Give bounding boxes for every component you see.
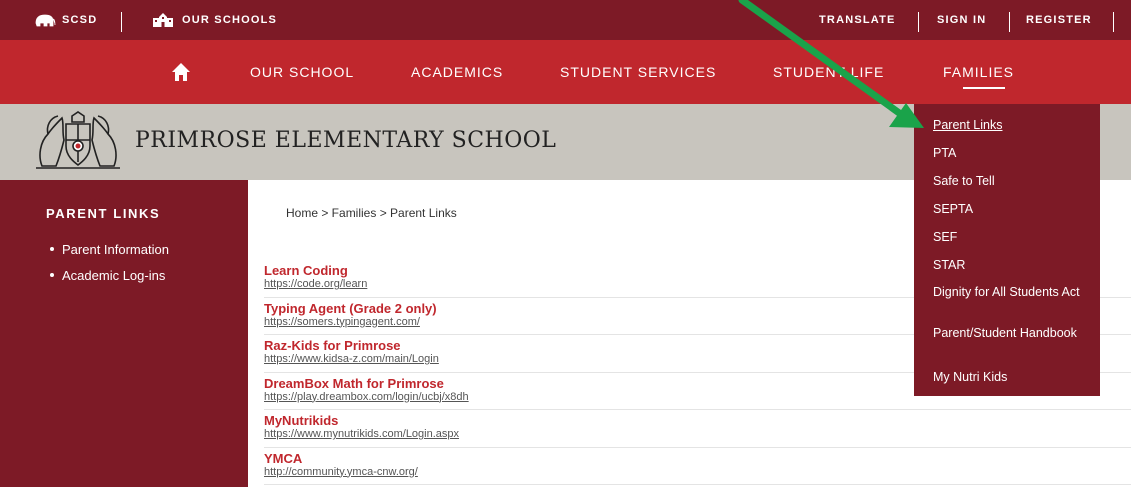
sidebar-item-label: Parent Information xyxy=(62,241,169,257)
main-nav: OUR SCHOOL ACADEMICS STUDENT SERVICES ST… xyxy=(0,40,1131,104)
menu-item-my-nutri-kids[interactable]: My Nutri Kids xyxy=(933,370,1093,384)
scsd-label: SCSD xyxy=(62,14,98,26)
school-crest-logo[interactable] xyxy=(32,110,124,172)
families-dropdown-menu: Parent Links PTA Safe to Tell SEPTA SEF … xyxy=(914,104,1100,396)
nav-student-services[interactable]: STUDENT SERVICES xyxy=(560,40,716,104)
sidebar-title: PARENT LINKS xyxy=(46,206,161,221)
nav-families[interactable]: FAMILIES xyxy=(943,40,1014,104)
our-schools-label: OUR SCHOOLS xyxy=(182,14,278,26)
link-title[interactable]: MyNutrikids xyxy=(264,413,1131,428)
sign-in-link[interactable]: SIGN IN xyxy=(937,0,986,40)
menu-item-parent-student-handbook[interactable]: Parent/Student Handbook xyxy=(933,326,1093,340)
list-item: MyNutrikids https://www.mynutrikids.com/… xyxy=(264,410,1131,448)
menu-item-sef[interactable]: SEF xyxy=(933,230,1093,244)
sidebar-list: Parent Information Academic Log-ins xyxy=(50,236,169,288)
link-title[interactable]: YMCA xyxy=(264,451,1131,466)
list-item: YMCA http://community.ymca-cnw.org/ xyxy=(264,448,1131,485)
divider xyxy=(918,12,919,32)
scsd-link[interactable]: SCSD xyxy=(34,0,97,40)
menu-item-dignity-for-all-students-act[interactable]: Dignity for All Students Act xyxy=(933,285,1093,299)
sidebar-item-parent-information[interactable]: Parent Information xyxy=(50,236,169,262)
menu-item-pta[interactable]: PTA xyxy=(933,146,1093,160)
link-url[interactable]: https://www.mynutrikids.com/Login.aspx xyxy=(264,428,1131,440)
sidebar-item-academic-log-ins[interactable]: Academic Log-ins xyxy=(50,262,169,288)
active-nav-underline xyxy=(963,87,1005,89)
menu-item-parent-links[interactable]: Parent Links xyxy=(933,118,1093,132)
breadcrumb: Home > Families > Parent Links xyxy=(286,206,457,220)
top-utility-bar: SCSD OUR SCHOOLS TRANSLATE SIGN IN REGIS… xyxy=(0,0,1131,40)
link-url[interactable]: http://community.ymca-cnw.org/ xyxy=(264,466,1131,478)
menu-item-septa[interactable]: SEPTA xyxy=(933,202,1093,216)
home-icon[interactable] xyxy=(171,62,191,82)
register-link[interactable]: REGISTER xyxy=(1026,0,1092,40)
bullet xyxy=(50,273,54,277)
school-name: PRIMROSE ELEMENTARY SCHOOL xyxy=(135,128,557,153)
nav-student-life[interactable]: STUDENT LIFE xyxy=(773,40,884,104)
nav-our-school[interactable]: OUR SCHOOL xyxy=(250,40,354,104)
menu-item-star[interactable]: STAR xyxy=(933,258,1093,272)
bullet xyxy=(50,247,54,251)
menu-item-safe-to-tell[interactable]: Safe to Tell xyxy=(933,174,1093,188)
our-schools-link[interactable]: OUR SCHOOLS xyxy=(152,0,277,40)
elephant-icon xyxy=(35,14,56,27)
divider xyxy=(1009,12,1010,32)
divider xyxy=(1113,12,1114,32)
sidebar: PARENT LINKS Parent Information Academic… xyxy=(0,180,248,487)
divider xyxy=(121,12,122,32)
translate-link[interactable]: TRANSLATE xyxy=(819,0,896,40)
nav-academics[interactable]: ACADEMICS xyxy=(411,40,503,104)
schoolhouse-icon xyxy=(153,13,173,27)
sidebar-item-label: Academic Log-ins xyxy=(62,267,166,283)
